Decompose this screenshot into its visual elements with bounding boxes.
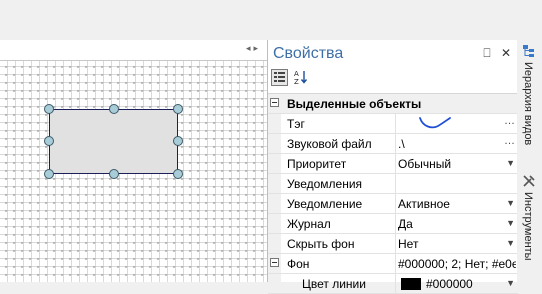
- tab-scroll-arrows[interactable]: ◂▸: [246, 43, 261, 54]
- property-value-text: Обычный: [398, 157, 452, 171]
- property-row-tag[interactable]: Тэг …: [268, 114, 518, 134]
- property-value-text: Да: [398, 217, 413, 231]
- resize-handle-bottom[interactable]: [109, 169, 119, 179]
- row-gutter: [268, 214, 281, 233]
- canvas-tab-strip: ◂▸: [0, 40, 267, 61]
- sort-az-icon[interactable]: AZ: [292, 69, 309, 86]
- row-gutter: [268, 274, 281, 293]
- property-row-background[interactable]: Фон #000000; 2; Нет; #e0e0: [268, 254, 518, 274]
- resize-handle-bottom-right[interactable]: [173, 169, 183, 179]
- panel-title: Свойства: [273, 45, 344, 62]
- hierarchy-icon: [523, 45, 534, 57]
- property-value[interactable]: [395, 174, 519, 193]
- tools-icon: [523, 175, 535, 187]
- property-value-text: Активное: [398, 197, 450, 211]
- property-name: Цвет линии: [302, 277, 366, 291]
- panel-window-buttons: ⎕ ✕: [476, 46, 511, 61]
- property-value[interactable]: #000000 ▼: [395, 274, 519, 293]
- property-value[interactable]: .\ …: [395, 134, 519, 153]
- close-icon[interactable]: ✕: [501, 46, 511, 60]
- dropdown-arrow-icon[interactable]: ▼: [506, 198, 515, 208]
- row-gutter: [268, 114, 281, 133]
- row-gutter: [268, 194, 281, 213]
- collapse-icon[interactable]: [270, 258, 279, 267]
- collapse-icon[interactable]: [270, 98, 279, 107]
- row-gutter: [268, 234, 281, 253]
- scroll-right-icon[interactable]: ▸: [253, 43, 261, 53]
- ellipsis-button[interactable]: …: [504, 135, 515, 147]
- property-row-line-color[interactable]: Цвет линии #000000 ▼: [268, 274, 518, 294]
- property-name: Журнал: [287, 217, 331, 231]
- side-tab-view-hierarchy[interactable]: Иерархия видов: [517, 42, 542, 162]
- property-name: Скрыть фон: [287, 237, 355, 251]
- row-gutter: [268, 154, 281, 173]
- resize-handle-bottom-left[interactable]: [44, 169, 54, 179]
- ellipsis-button[interactable]: …: [504, 115, 515, 127]
- panel-toolbar: AZ: [268, 67, 517, 89]
- dropdown-arrow-icon[interactable]: ▼: [506, 158, 515, 168]
- side-tab-label: Иерархия видов: [522, 62, 534, 146]
- properties-panel: Свойства ⎕ ✕ AZ Выделенные объекты Тэг …: [267, 40, 518, 294]
- svg-text:Z: Z: [294, 78, 299, 85]
- property-row-hide-background[interactable]: Скрыть фон Нет ▼: [268, 234, 518, 254]
- property-row-priority[interactable]: Приоритет Обычный ▼: [268, 154, 518, 174]
- property-value-text: .\: [398, 137, 405, 151]
- property-value[interactable]: Да ▼: [395, 214, 519, 233]
- pin-icon[interactable]: ⎕: [483, 46, 490, 60]
- resize-handle-left[interactable]: [44, 136, 54, 146]
- property-name: Фон: [287, 257, 310, 271]
- resize-handle-top-left[interactable]: [44, 104, 54, 114]
- row-gutter: [268, 134, 281, 153]
- category-row-selected-objects[interactable]: Выделенные объекты: [268, 94, 518, 114]
- selected-rectangle-shape[interactable]: [49, 109, 178, 174]
- property-row-sound-file[interactable]: Звуковой файл .\ …: [268, 134, 518, 154]
- property-value-text: #000000: [398, 277, 516, 291]
- property-grid: Выделенные объекты Тэг … Звуковой файл .…: [268, 93, 518, 294]
- property-value[interactable]: Нет ▼: [395, 234, 519, 253]
- property-name: Уведомления: [287, 177, 363, 191]
- property-value[interactable]: Активное ▼: [395, 194, 519, 213]
- resize-handle-top[interactable]: [109, 104, 119, 114]
- property-value[interactable]: #000000; 2; Нет; #e0e0: [395, 254, 519, 273]
- categorized-icon[interactable]: [271, 69, 288, 86]
- property-name: Выделенные объекты: [287, 97, 422, 111]
- row-gutter: [268, 174, 281, 193]
- property-name: Приоритет: [287, 157, 347, 171]
- color-value-text: #000000: [426, 277, 473, 291]
- property-name: Уведомление: [287, 197, 363, 211]
- svg-text:A: A: [294, 70, 299, 78]
- property-row-notification[interactable]: Уведомление Активное ▼: [268, 194, 518, 214]
- property-name: Тэг: [287, 117, 305, 131]
- dropdown-arrow-icon[interactable]: ▼: [506, 218, 515, 228]
- property-value[interactable]: …: [395, 114, 519, 133]
- side-tab-tools[interactable]: Инструменты: [517, 170, 542, 282]
- property-value[interactable]: Обычный ▼: [395, 154, 519, 173]
- handwritten-checkmark-annotation: [419, 117, 451, 129]
- color-swatch: [401, 278, 421, 290]
- dropdown-arrow-icon[interactable]: ▼: [506, 278, 515, 288]
- property-value-text: #000000; 2; Нет; #e0e0: [398, 257, 516, 271]
- side-tab-label: Инструменты: [522, 192, 534, 261]
- property-row-notifications[interactable]: Уведомления: [268, 174, 518, 194]
- resize-handle-top-right[interactable]: [173, 104, 183, 114]
- property-row-journal[interactable]: Журнал Да ▼: [268, 214, 518, 234]
- dropdown-arrow-icon[interactable]: ▼: [506, 238, 515, 248]
- property-name: Звуковой файл: [287, 137, 372, 151]
- side-tab-bar: Иерархия видов Инструменты: [517, 40, 542, 282]
- property-value-text: Нет: [398, 237, 419, 251]
- resize-handle-right[interactable]: [173, 136, 183, 146]
